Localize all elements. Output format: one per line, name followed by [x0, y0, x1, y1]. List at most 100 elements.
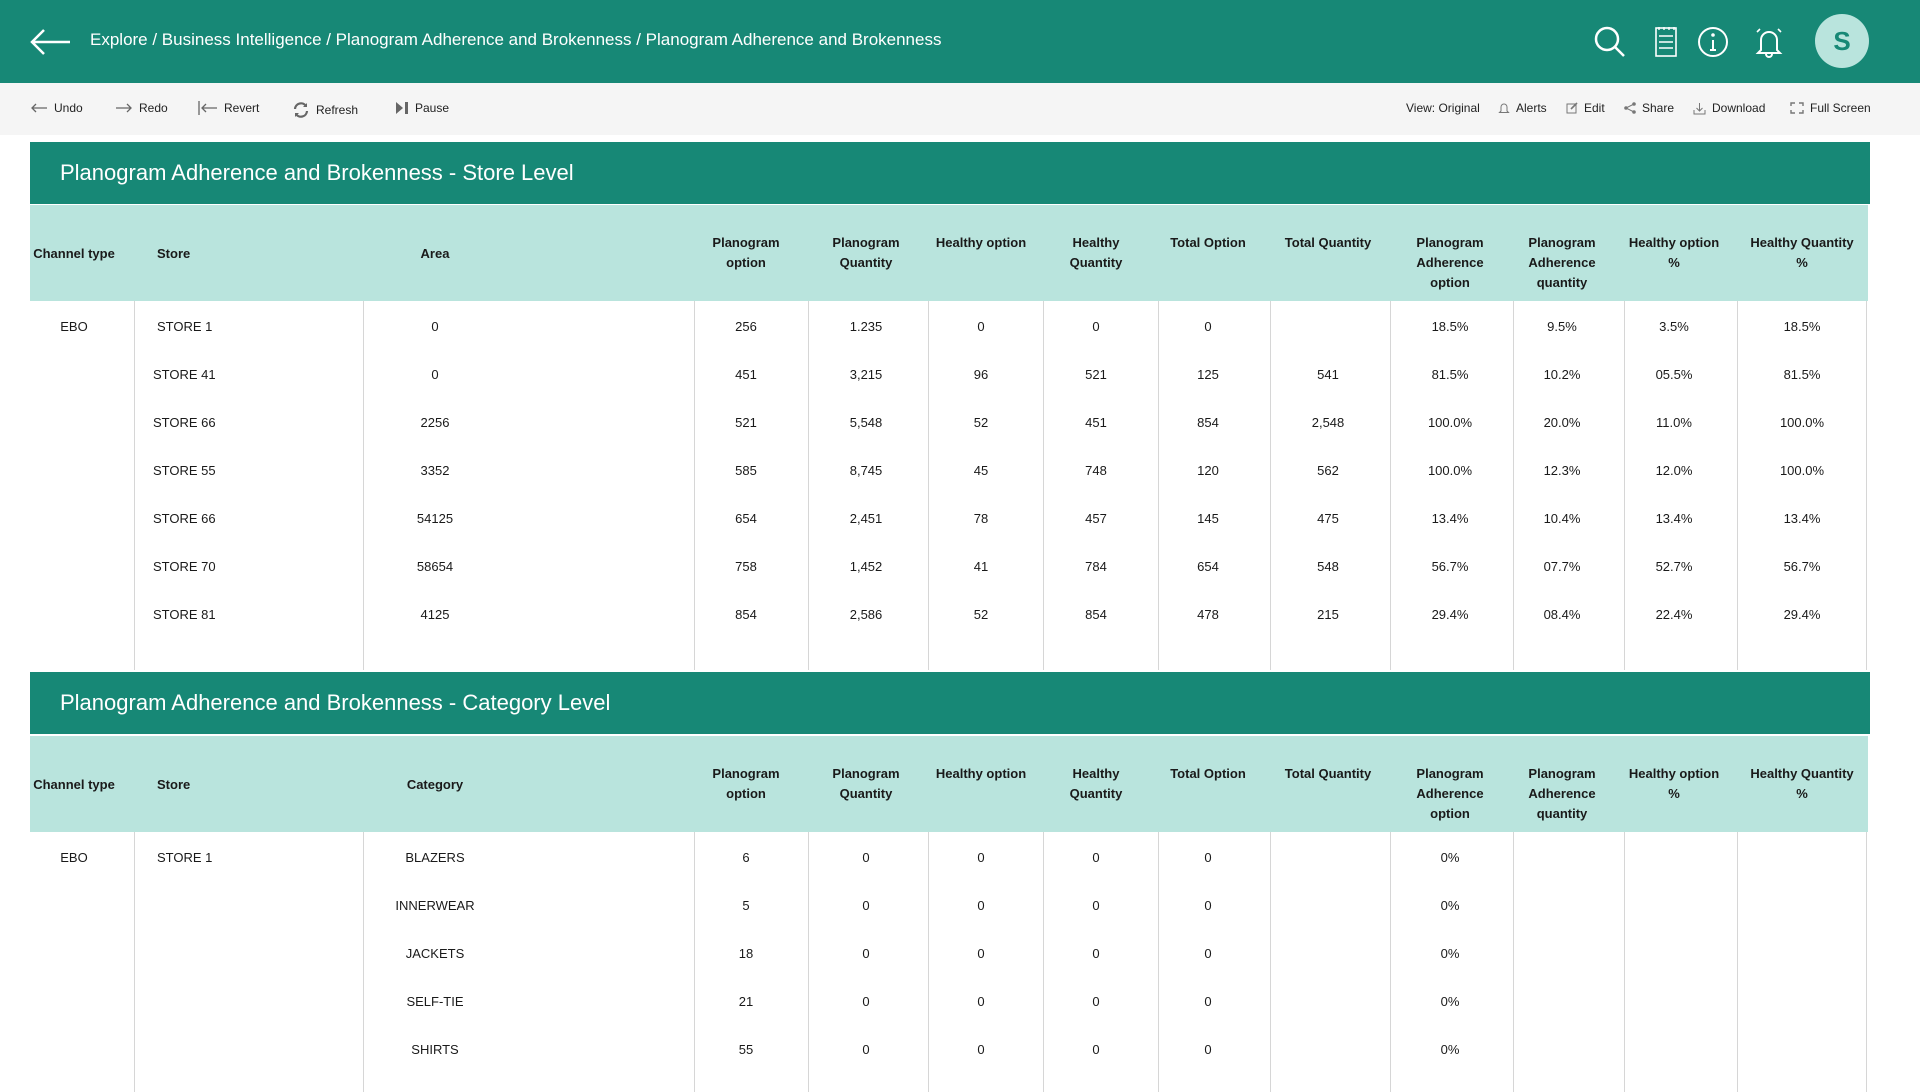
- table-cell: STORE 66: [153, 511, 216, 526]
- table-row[interactable]: STORE 81 4125 854 2,586 52 854 478 215 29.4% 08.4…: [30, 589, 1868, 637]
- table-cell: 78: [973, 511, 989, 526]
- table-cell: 475: [1317, 511, 1339, 526]
- refresh-button[interactable]: Refresh: [292, 101, 358, 119]
- table-cell: 854: [1197, 415, 1219, 430]
- column-header[interactable]: Healthy Quantity: [1048, 764, 1144, 804]
- column-header[interactable]: Planogram option: [698, 233, 794, 273]
- search-icon[interactable]: [1590, 22, 1630, 62]
- table-cell: 8,745: [849, 463, 883, 478]
- table-cell: 100.0%: [1779, 463, 1825, 478]
- column-header[interactable]: Planogram Quantity: [818, 764, 914, 804]
- table-cell: 0: [1092, 898, 1100, 913]
- share-button[interactable]: Share: [1624, 101, 1674, 115]
- column-header[interactable]: Healthy option %: [1626, 233, 1722, 273]
- bell-icon: [1498, 103, 1510, 113]
- store-table-header: Channel type Store Area Planogram option Pla…: [30, 205, 1868, 301]
- column-header[interactable]: Healthy option %: [1626, 764, 1722, 804]
- table-row[interactable]: STORE 70 58654 758 1,452 41 784 654 548 56.7% 07.…: [30, 541, 1868, 589]
- table-cell: 13.4%: [1655, 511, 1693, 526]
- table-row[interactable]: STORE 41 0 451 3,215 96 521 125 541 81.5% 10.2% 05…: [30, 349, 1868, 397]
- pause-button[interactable]: Pause: [395, 101, 449, 115]
- table-cell: 478: [1197, 607, 1219, 622]
- table-cell: 120: [1197, 463, 1219, 478]
- table-cell: 12.0%: [1655, 463, 1693, 478]
- table-cell: 562: [1317, 463, 1339, 478]
- column-header[interactable]: Total Option: [1160, 233, 1256, 253]
- table-row[interactable]: JACKETS 18 0 0 0 0 0%: [30, 928, 1868, 976]
- column-header[interactable]: Channel type: [26, 775, 122, 795]
- download-icon: [1693, 102, 1706, 114]
- column-header[interactable]: Healthy Quantity %: [1747, 233, 1857, 273]
- column-header[interactable]: Planogram Adherence quantity: [1514, 233, 1610, 293]
- undo-button[interactable]: Undo: [30, 101, 83, 115]
- share-label: Share: [1642, 101, 1675, 115]
- table-cell: 0: [862, 850, 870, 865]
- table-row[interactable]: EBO STORE 1 BLAZERS 6 0 0 0 0 0%: [30, 832, 1868, 880]
- download-button[interactable]: Download: [1693, 101, 1765, 115]
- table-row[interactable]: STORE 55 3352 585 8,745 45 748 120 562 100.0% 12.…: [30, 445, 1868, 493]
- column-header[interactable]: Planogram Adherence quantity: [1514, 764, 1610, 824]
- column-header[interactable]: Channel type: [26, 244, 122, 264]
- column-header[interactable]: Healthy Quantity: [1048, 233, 1144, 273]
- table-cell: 11.0%: [1656, 415, 1692, 430]
- table-row[interactable]: STORE 66 54125 654 2,451 78 457 145 475 13.4% 10.…: [30, 493, 1868, 541]
- table-cell: 0: [1204, 994, 1212, 1009]
- column-header[interactable]: Planogram option: [698, 764, 794, 804]
- redo-button[interactable]: Redo: [115, 101, 168, 115]
- table-cell: 0: [977, 898, 985, 913]
- column-header[interactable]: Planogram Adherence option: [1402, 233, 1498, 293]
- table-cell: 41: [973, 559, 989, 574]
- table-cell: 0%: [1440, 1042, 1460, 1057]
- view-original-dropdown[interactable]: View: Original: [1406, 101, 1480, 115]
- store-level-title: Planogram Adherence and Brokenness - Sto…: [30, 142, 1870, 204]
- table-cell: 1,452: [849, 559, 883, 574]
- avatar[interactable]: S: [1815, 14, 1869, 68]
- back-arrow-icon[interactable]: [28, 24, 72, 60]
- column-header[interactable]: Category: [375, 775, 495, 795]
- table-cell: 4125: [420, 607, 450, 622]
- breadcrumb[interactable]: Explore / Business Intelligence / Planog…: [90, 30, 941, 50]
- table-cell: 13.4%: [1783, 511, 1821, 526]
- table-cell: 56.7%: [1783, 559, 1821, 574]
- table-cell: 10.4%: [1543, 511, 1581, 526]
- info-icon[interactable]: [1693, 22, 1733, 62]
- column-header[interactable]: Total Quantity: [1280, 233, 1376, 253]
- column-header[interactable]: Area: [375, 244, 495, 264]
- column-header[interactable]: Total Quantity: [1280, 764, 1376, 784]
- column-header[interactable]: Total Option: [1160, 764, 1256, 784]
- table-cell: STORE 55: [153, 463, 216, 478]
- table-cell: 0: [1204, 1042, 1212, 1057]
- column-header[interactable]: Planogram Adherence option: [1402, 764, 1498, 824]
- table-cell: 29.4%: [1431, 607, 1469, 622]
- table-cell: 541: [1317, 367, 1339, 382]
- table-cell: 0: [1092, 994, 1100, 1009]
- table-cell: 5: [742, 898, 750, 913]
- alerts-button[interactable]: Alerts: [1498, 101, 1547, 115]
- category-table-body: EBO STORE 1 BLAZERS 6 0 0 0 0 0% INNERWEAR 5 0 0 0 0 0%…: [30, 832, 1868, 1092]
- column-header[interactable]: Healthy option: [933, 233, 1029, 253]
- checklist-icon[interactable]: [1646, 22, 1686, 62]
- table-cell: 12.3%: [1543, 463, 1581, 478]
- table-row[interactable]: STORE 66 2256 521 5,548 52 451 854 2,548 100.0% 2…: [30, 397, 1868, 445]
- table-row[interactable]: INNERWEAR 5 0 0 0 0 0%: [30, 880, 1868, 928]
- table-cell: 2256: [420, 415, 450, 430]
- table-cell: 2,548: [1311, 415, 1345, 430]
- column-header[interactable]: Planogram Quantity: [818, 233, 914, 273]
- table-cell: 10.2%: [1543, 367, 1581, 382]
- revert-button[interactable]: Revert: [198, 101, 259, 115]
- column-header[interactable]: Healthy Quantity %: [1747, 764, 1857, 804]
- column-header[interactable]: Healthy option: [933, 764, 1029, 784]
- table-cell: 100.0%: [1427, 415, 1473, 430]
- column-header[interactable]: Store: [157, 244, 237, 264]
- edit-button[interactable]: Edit: [1566, 101, 1605, 115]
- revert-label: Revert: [224, 101, 260, 115]
- column-header[interactable]: Store: [157, 775, 237, 795]
- pause-icon: [396, 102, 408, 114]
- bell-icon[interactable]: [1749, 22, 1789, 62]
- arrow-left-icon: [31, 103, 47, 113]
- full-screen-button[interactable]: Full Screen: [1790, 101, 1871, 115]
- table-row[interactable]: SHIRTS 55 0 0 0 0 0%: [30, 1024, 1868, 1072]
- table-row[interactable]: EBO STORE 1 0 256 1.235 0 0 0 18.5% 9.5% 3.5% 18.5%: [30, 301, 1868, 349]
- table-row[interactable]: SELF-TIE 21 0 0 0 0 0%: [30, 976, 1868, 1024]
- table-cell: STORE 81: [153, 607, 216, 622]
